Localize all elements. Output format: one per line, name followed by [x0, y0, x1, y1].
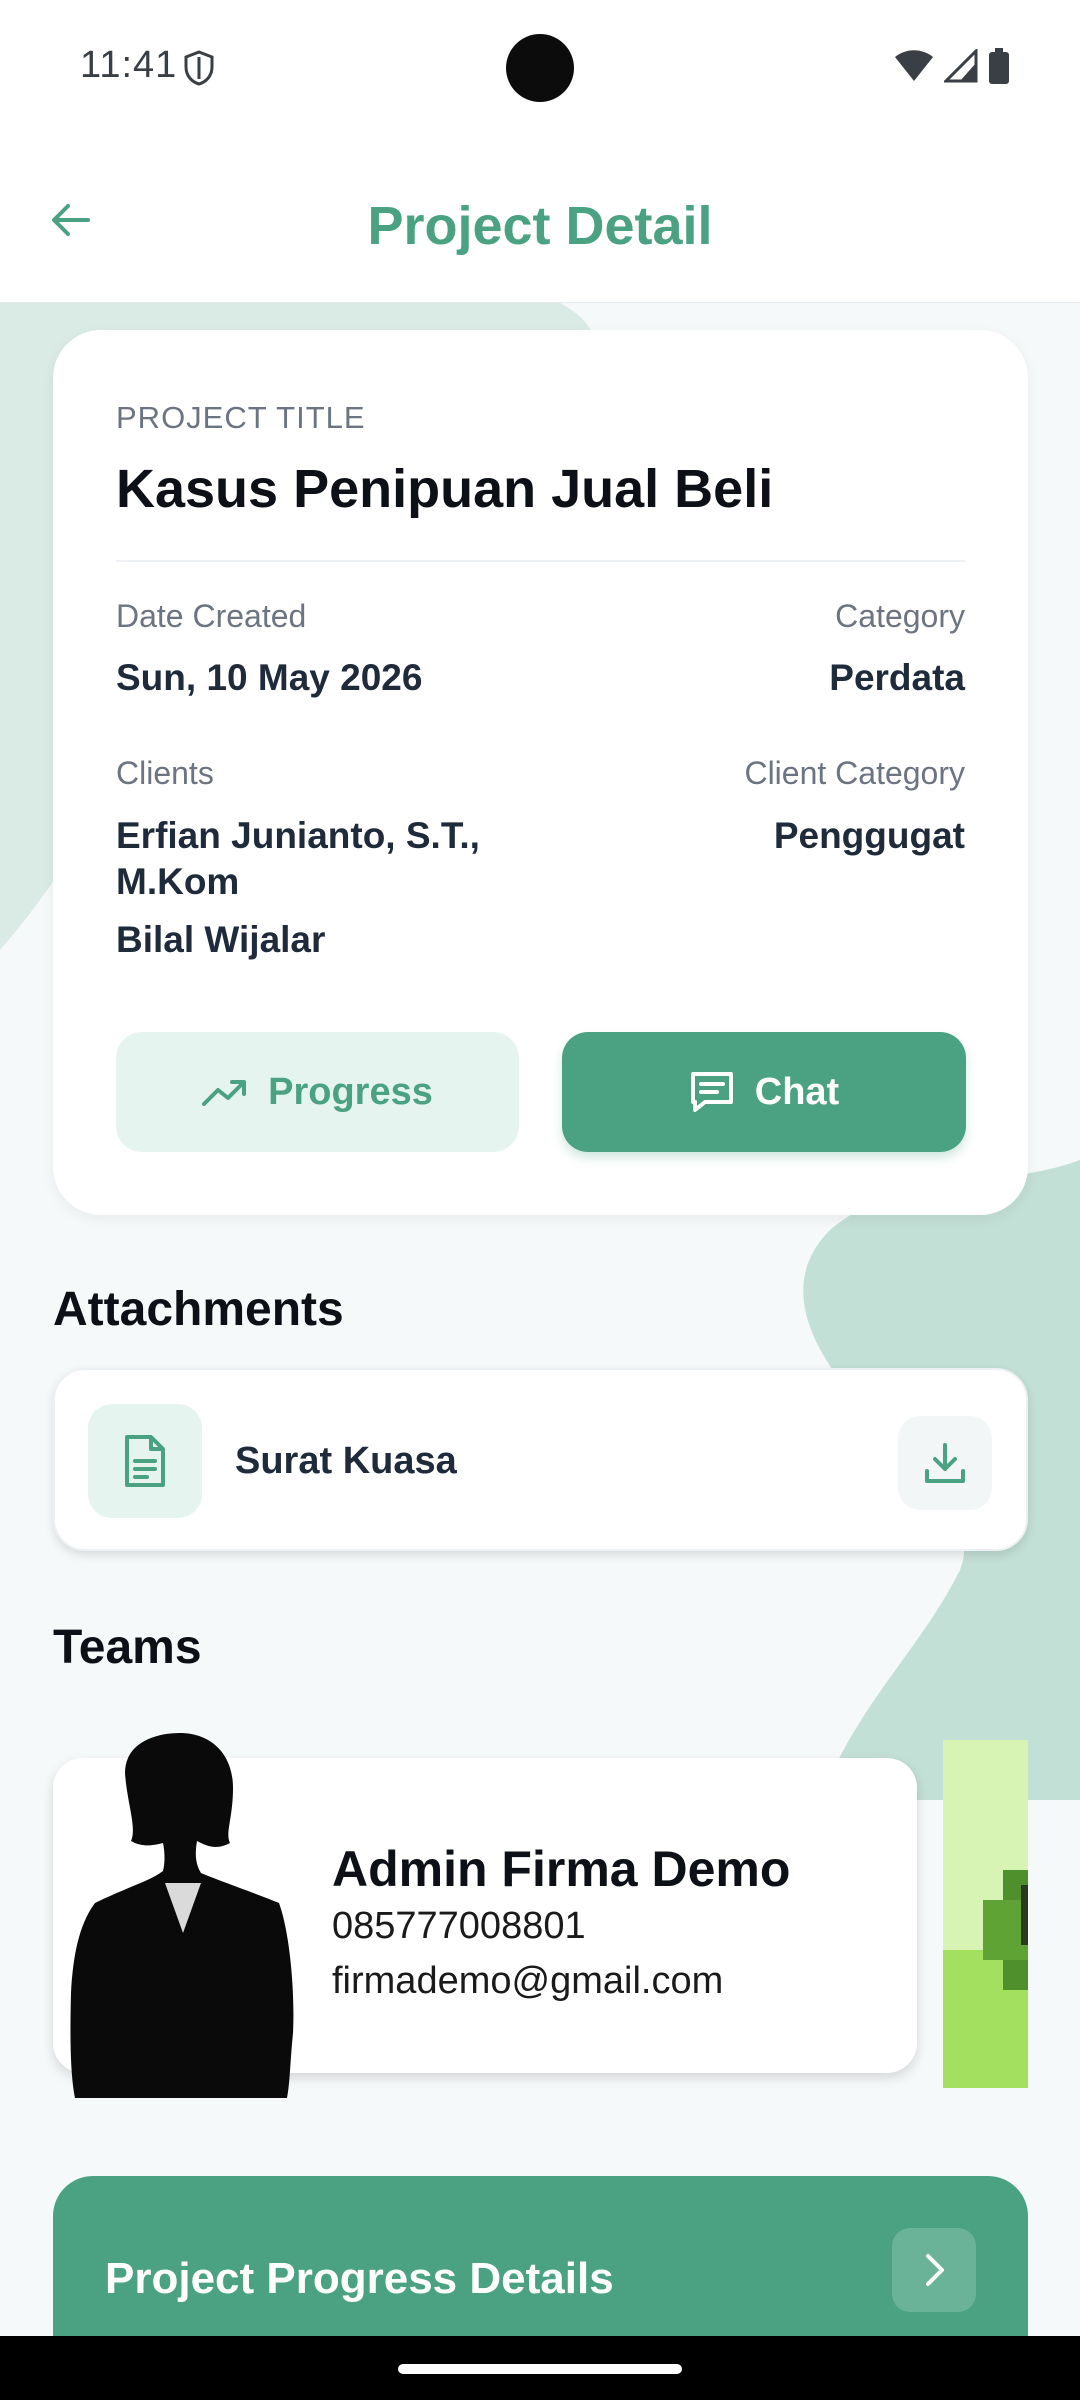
camera-cutout: [506, 34, 574, 102]
page-title: Project Detail: [367, 196, 713, 256]
divider: [116, 560, 965, 562]
status-time: 11:41: [80, 44, 178, 86]
category-value: Perdata: [829, 657, 965, 698]
signal-icon: [942, 47, 978, 88]
member-name: Admin Firma Demo: [332, 1841, 791, 1897]
wifi-icon: [894, 49, 934, 88]
attachments-heading: Attachments: [53, 1283, 344, 1336]
date-created-value: Sun, 10 May 2026: [116, 657, 423, 698]
attachment-item[interactable]: Surat Kuasa: [53, 1368, 1028, 1551]
download-icon: [925, 1443, 965, 1483]
chevron-right-icon: [892, 2228, 976, 2312]
home-handle[interactable]: [398, 2364, 682, 2374]
date-created-label: Date Created: [116, 598, 307, 634]
project-card: PROJECT TITLE Kasus Penipuan Jual Beli D…: [53, 330, 1028, 1215]
app-bar: Project Detail: [0, 135, 1080, 303]
member-email: firmademo@gmail.com: [332, 1960, 724, 2002]
status-bar: 11:41: [0, 0, 1080, 135]
project-title: Kasus Penipuan Jual Beli: [116, 459, 774, 519]
progress-banner-label: Project Progress Details: [105, 2254, 614, 2303]
document-icon: [88, 1404, 202, 1518]
progress-button[interactable]: Progress: [116, 1032, 519, 1152]
system-navigation-bar: [0, 2336, 1080, 2400]
clients-label: Clients: [116, 755, 214, 791]
client-name: Erfian Junianto, S.T.,: [116, 815, 480, 856]
next-member-card-image: [943, 1740, 1028, 2088]
client-category-value: Penggugat: [773, 815, 965, 856]
battery-icon: [988, 48, 1010, 89]
client-name: M.Kom: [116, 861, 240, 902]
attachment-name: Surat Kuasa: [235, 1440, 457, 1482]
chat-icon: [690, 1072, 733, 1112]
client-category-label: Client Category: [744, 755, 965, 791]
teams-heading: Teams: [53, 1621, 202, 1674]
chat-button[interactable]: Chat: [562, 1032, 966, 1152]
project-title-label: PROJECT TITLE: [116, 400, 366, 435]
category-label: Category: [835, 598, 965, 634]
status-icons: [894, 47, 1010, 89]
download-button[interactable]: [898, 1416, 992, 1510]
chat-button-label: Chat: [754, 1070, 840, 1113]
trending-up-icon: [202, 1080, 247, 1106]
shield-icon: [183, 50, 215, 91]
avatar: [70, 1733, 294, 2098]
client-name: Bilal Wijalar: [116, 919, 326, 960]
progress-button-label: Progress: [268, 1070, 433, 1113]
member-phone: 085777008801: [332, 1905, 586, 1947]
